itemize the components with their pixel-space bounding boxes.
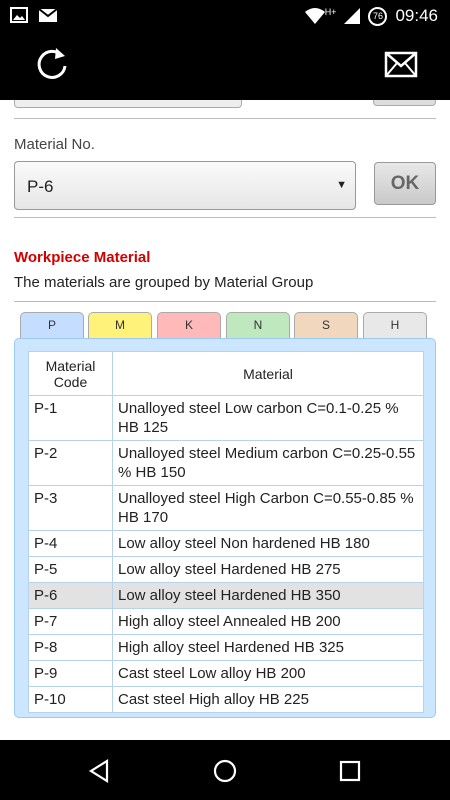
material-code-cell: P-3 <box>28 485 113 531</box>
material-description-cell: Unalloyed steel High Carbon C=0.55-0.85 … <box>112 485 424 531</box>
clock: 09:46 <box>395 6 438 25</box>
table-row[interactable]: P-2 Unalloyed steel Medium carbon C=0.25-… <box>28 440 424 486</box>
signal-icon <box>344 8 361 24</box>
material-code-cell: P-6 <box>28 582 113 609</box>
material-code-cell: P-8 <box>28 634 113 661</box>
wifi-icon <box>304 8 325 24</box>
material-description-cell: High alloy steel Hardened HB 325 <box>112 634 424 661</box>
back-icon[interactable] <box>87 758 113 784</box>
divider <box>14 301 436 302</box>
material-code-cell: P-5 <box>28 556 113 583</box>
column-header-code: Material Code <box>28 351 113 396</box>
tab-k[interactable]: K <box>157 312 221 338</box>
network-type: H+ <box>324 7 337 17</box>
divider <box>14 118 436 119</box>
mail-icon[interactable] <box>384 50 418 80</box>
table-row[interactable]: P-9 Cast steel Low alloy HB 200 <box>28 660 424 687</box>
material-code-cell: P-4 <box>28 530 113 557</box>
material-description-cell: High alloy steel Annealed HB 200 <box>112 608 424 635</box>
material-description-cell: Low alloy steel Non hardened HB 180 <box>112 530 424 557</box>
material-code-cell: P-1 <box>28 395 113 441</box>
battery-icon: 76 <box>368 6 388 26</box>
material-description-cell: Cast steel Low alloy HB 200 <box>112 660 424 687</box>
tab-m[interactable]: M <box>88 312 152 338</box>
material-code-cell: P-10 <box>28 686 113 713</box>
table-row[interactable]: P-10 Cast steel High alloy HB 225 <box>28 686 424 713</box>
material-description-cell: Low alloy steel Hardened HB 350 <box>112 582 424 609</box>
materials-panel: Material Code Material P-1 Unalloyed stee… <box>14 338 436 718</box>
table-row[interactable]: P-1 Unalloyed steel Low carbon C=0.1-0.25… <box>28 395 424 441</box>
material-description-cell: Unalloyed steel Medium carbon C=0.25-0.5… <box>112 440 424 486</box>
material-description-cell: Low alloy steel Hardened HB 275 <box>112 556 424 583</box>
app-bar <box>0 32 450 100</box>
main-content: Material No. P-6 ▼ OK Workpiece Material… <box>0 100 450 740</box>
table-row[interactable]: P-8 High alloy steel Hardened HB 325 <box>28 634 424 661</box>
material-code-cell: P-9 <box>28 660 113 687</box>
tab-p[interactable]: P <box>20 312 84 338</box>
material-description-cell: Cast steel High alloy HB 225 <box>112 686 424 713</box>
materials-table: Material Code Material P-1 Unalloyed stee… <box>28 351 424 713</box>
table-row[interactable]: P-5 Low alloy steel Hardened HB 275 <box>28 556 424 583</box>
email-notification-icon <box>38 8 58 22</box>
image-notification-icon <box>10 7 28 23</box>
material-no-label: Material No. <box>14 136 95 153</box>
table-row[interactable]: P-3 Unalloyed steel High Carbon C=0.55-0.… <box>28 485 424 531</box>
material-description-cell: Unalloyed steel Low carbon C=0.1-0.25 % … <box>112 395 424 441</box>
tab-n[interactable]: N <box>226 312 290 338</box>
status-bar: H+ 76 09:46 <box>0 0 450 32</box>
table-row[interactable]: P-7 High alloy steel Annealed HB 200 <box>28 608 424 635</box>
previous-field[interactable] <box>14 100 242 108</box>
material-code-cell: P-2 <box>28 440 113 486</box>
material-code-cell: P-7 <box>28 608 113 635</box>
battery-level: 76 <box>372 10 383 21</box>
tab-h[interactable]: H <box>363 312 427 338</box>
section-title: Workpiece Material <box>14 249 151 266</box>
table-header-row: Material Code Material <box>28 351 424 396</box>
tab-s[interactable]: S <box>294 312 358 338</box>
ok-button[interactable]: OK <box>374 162 436 205</box>
navigation-bar <box>0 740 450 800</box>
table-row[interactable]: P-4 Low alloy steel Non hardened HB 180 <box>28 530 424 557</box>
home-icon[interactable] <box>212 758 238 784</box>
material-no-select[interactable]: P-6 ▼ <box>14 161 356 210</box>
recents-icon[interactable] <box>337 758 363 784</box>
material-group-tabs: P M K N S H <box>20 312 430 338</box>
column-header-material: Material <box>112 351 424 396</box>
material-no-value: P-6 <box>27 177 54 196</box>
divider <box>14 217 436 218</box>
table-row[interactable]: P-6 Low alloy steel Hardened HB 350 <box>28 582 424 609</box>
refresh-icon[interactable] <box>32 44 72 84</box>
section-subtitle: The materials are grouped by Material Gr… <box>14 274 314 291</box>
previous-button[interactable] <box>373 100 436 106</box>
dropdown-arrow-icon: ▼ <box>336 179 347 191</box>
